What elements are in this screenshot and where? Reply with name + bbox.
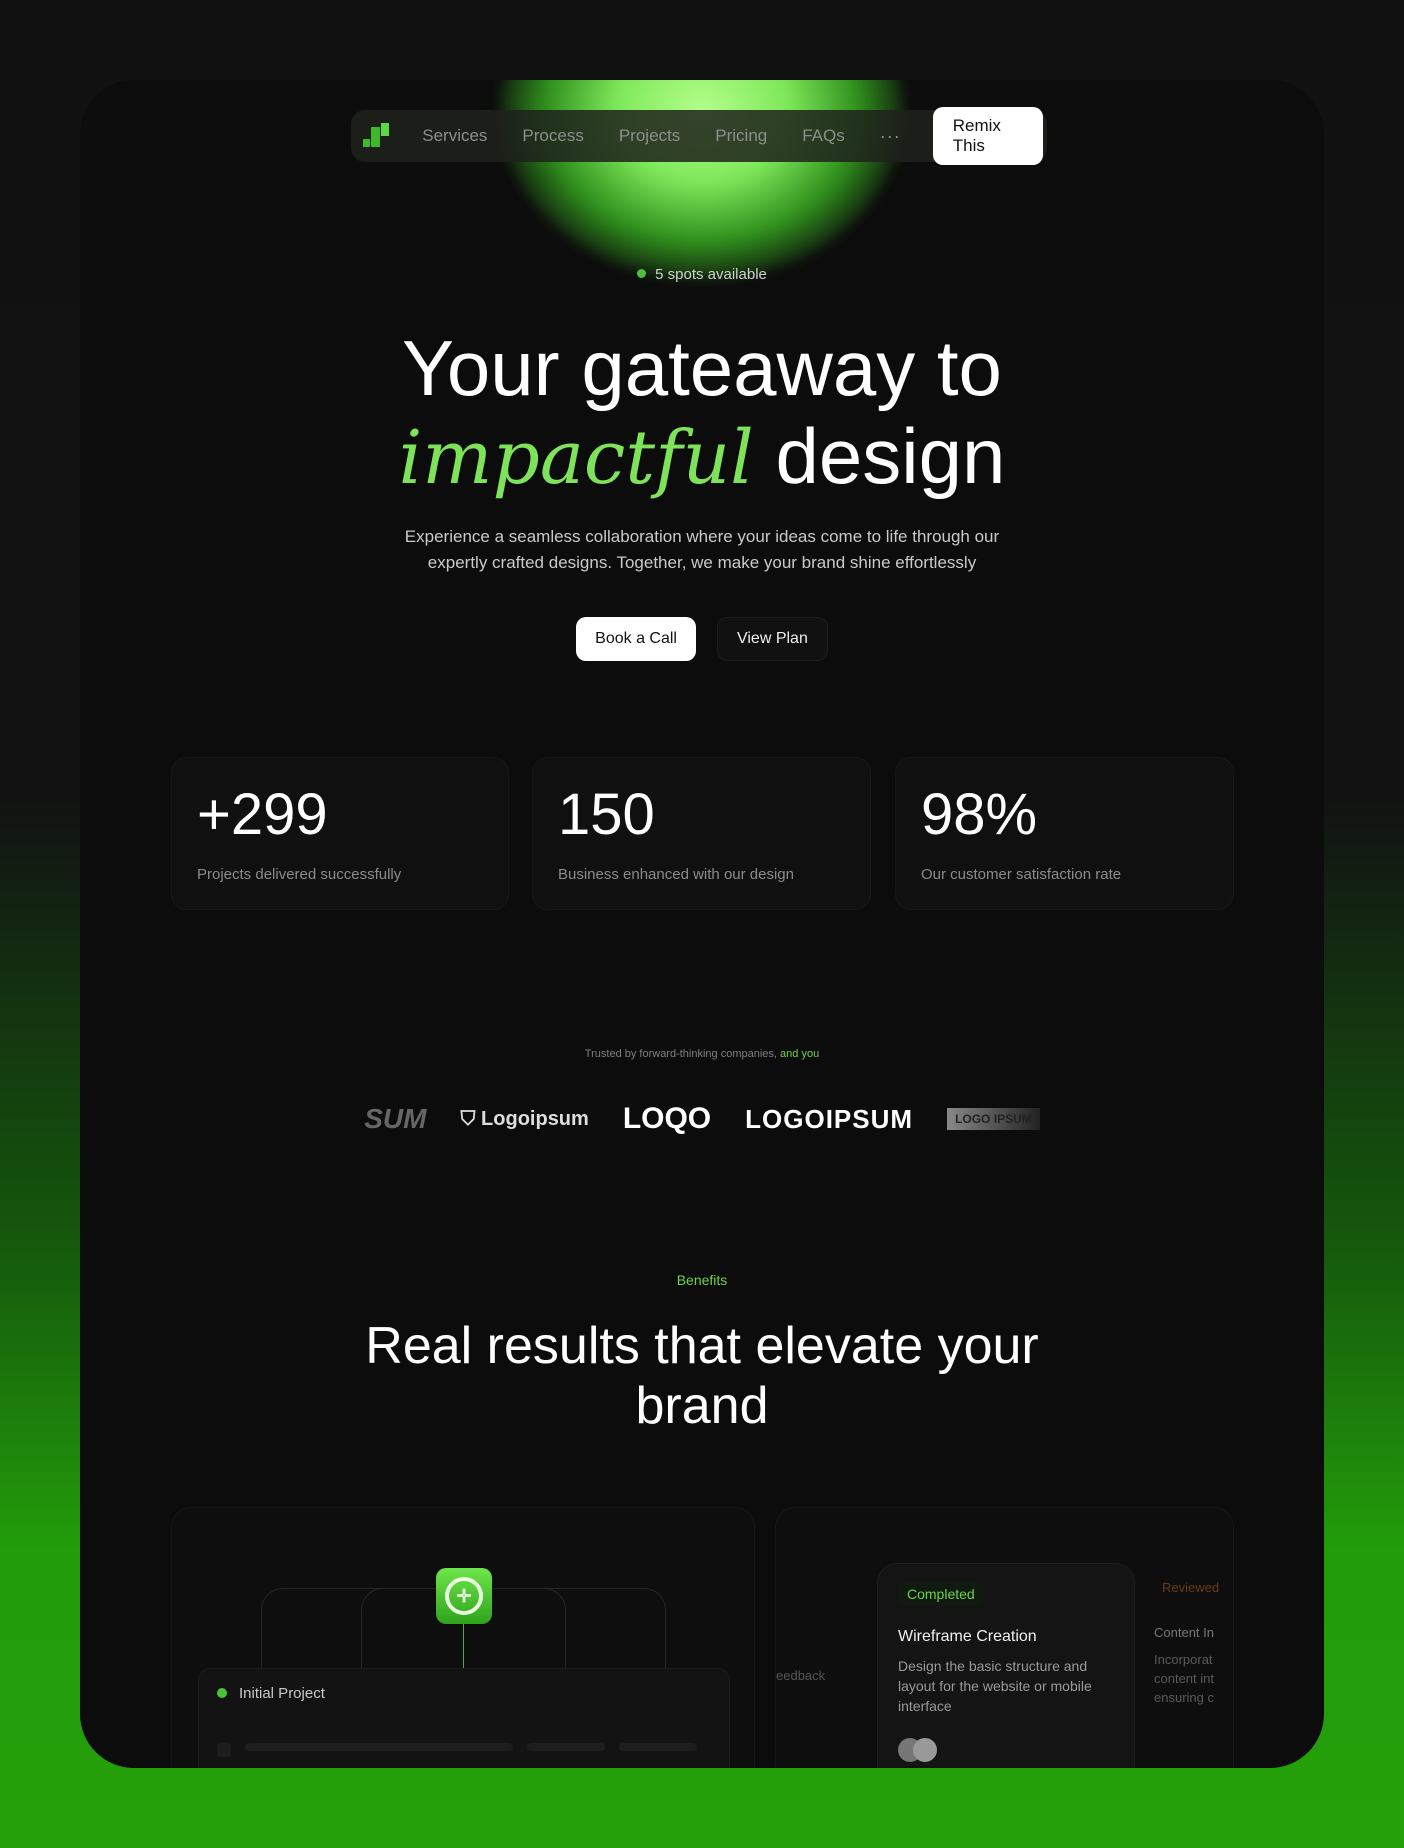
partial-task-card: Reviewed Content In Incorporat content i… [1154,1580,1220,1705]
more-icon[interactable]: ··· [880,126,901,147]
hero-title-rest: design [775,412,1006,500]
avatar-group [898,1738,1114,1762]
status-dot-icon [637,269,647,278]
status-badge: Completed [898,1582,984,1606]
hero-buttons: Book a Call View Plan [80,617,1324,661]
nav-projects[interactable]: Projects [619,126,680,146]
benefits-title: Real results that elevate your brand [365,1317,1039,1435]
stat-card: 150 Business enhanced with our design [532,757,871,910]
project-name: Initial Project [239,1685,325,1702]
stat-card: 98% Our customer satisfaction rate [895,757,1234,910]
benefit-card-tasks: eedback Completed Wireframe Creation Des… [775,1507,1234,1768]
partial-task-text: eedback [776,1668,826,1683]
logo-3: LOQO [622,1102,712,1135]
brand-logo-icon[interactable] [363,123,389,149]
nav-process[interactable]: Process [522,126,583,146]
nav-services[interactable]: Services [422,126,487,146]
task-card: Completed Wireframe Creation Design the … [877,1563,1135,1768]
nav-pricing[interactable]: Pricing [715,126,767,146]
hero-description: Experience a seamless collaboration wher… [404,527,1000,572]
task-description: Design the basic structure and layout fo… [898,1658,1092,1714]
status-dot-icon [217,1688,227,1698]
logo-1: SUM [364,1103,427,1134]
book-call-button[interactable]: Book a Call [576,617,696,661]
logo-strip: SUM ⛉ Logoipsum LOQO LOGOIPSUM LOGO IPSU… [80,1102,1324,1136]
stat-card: +299 Projects delivered successfully [171,757,509,910]
availability-badge: 5 spots available [80,266,1324,283]
logo-4: LOGOIPSUM [745,1103,914,1134]
hero-title-line1: Your gateaway to [402,324,1002,412]
view-plan-button[interactable]: View Plan [716,617,828,661]
navbar: Services Process Projects Pricing FAQs ·… [351,107,1047,165]
hero-title-line2: impactful design [80,412,1324,502]
page-frame: Services Process Projects Pricing FAQs ·… [80,80,1324,1768]
logo-5: LOGO IPSUM [947,1108,1040,1130]
hero-title-accent: impactful [398,415,754,501]
availability-text: 5 spots available [655,266,767,283]
target-icon: ✛ [436,1568,492,1624]
nav-faqs[interactable]: FAQs [802,126,845,146]
task-title: Wireframe Creation [898,1628,1037,1645]
logo-2: ⛉ Logoipsum [460,1107,589,1130]
remix-button[interactable]: Remix This [932,107,1043,165]
benefit-card-workflow: ✛ Initial Project [171,1507,755,1768]
trusted-text: Trusted by forward-thinking companies, a… [584,1048,820,1060]
benefits-eyebrow: Benefits [676,1272,728,1288]
